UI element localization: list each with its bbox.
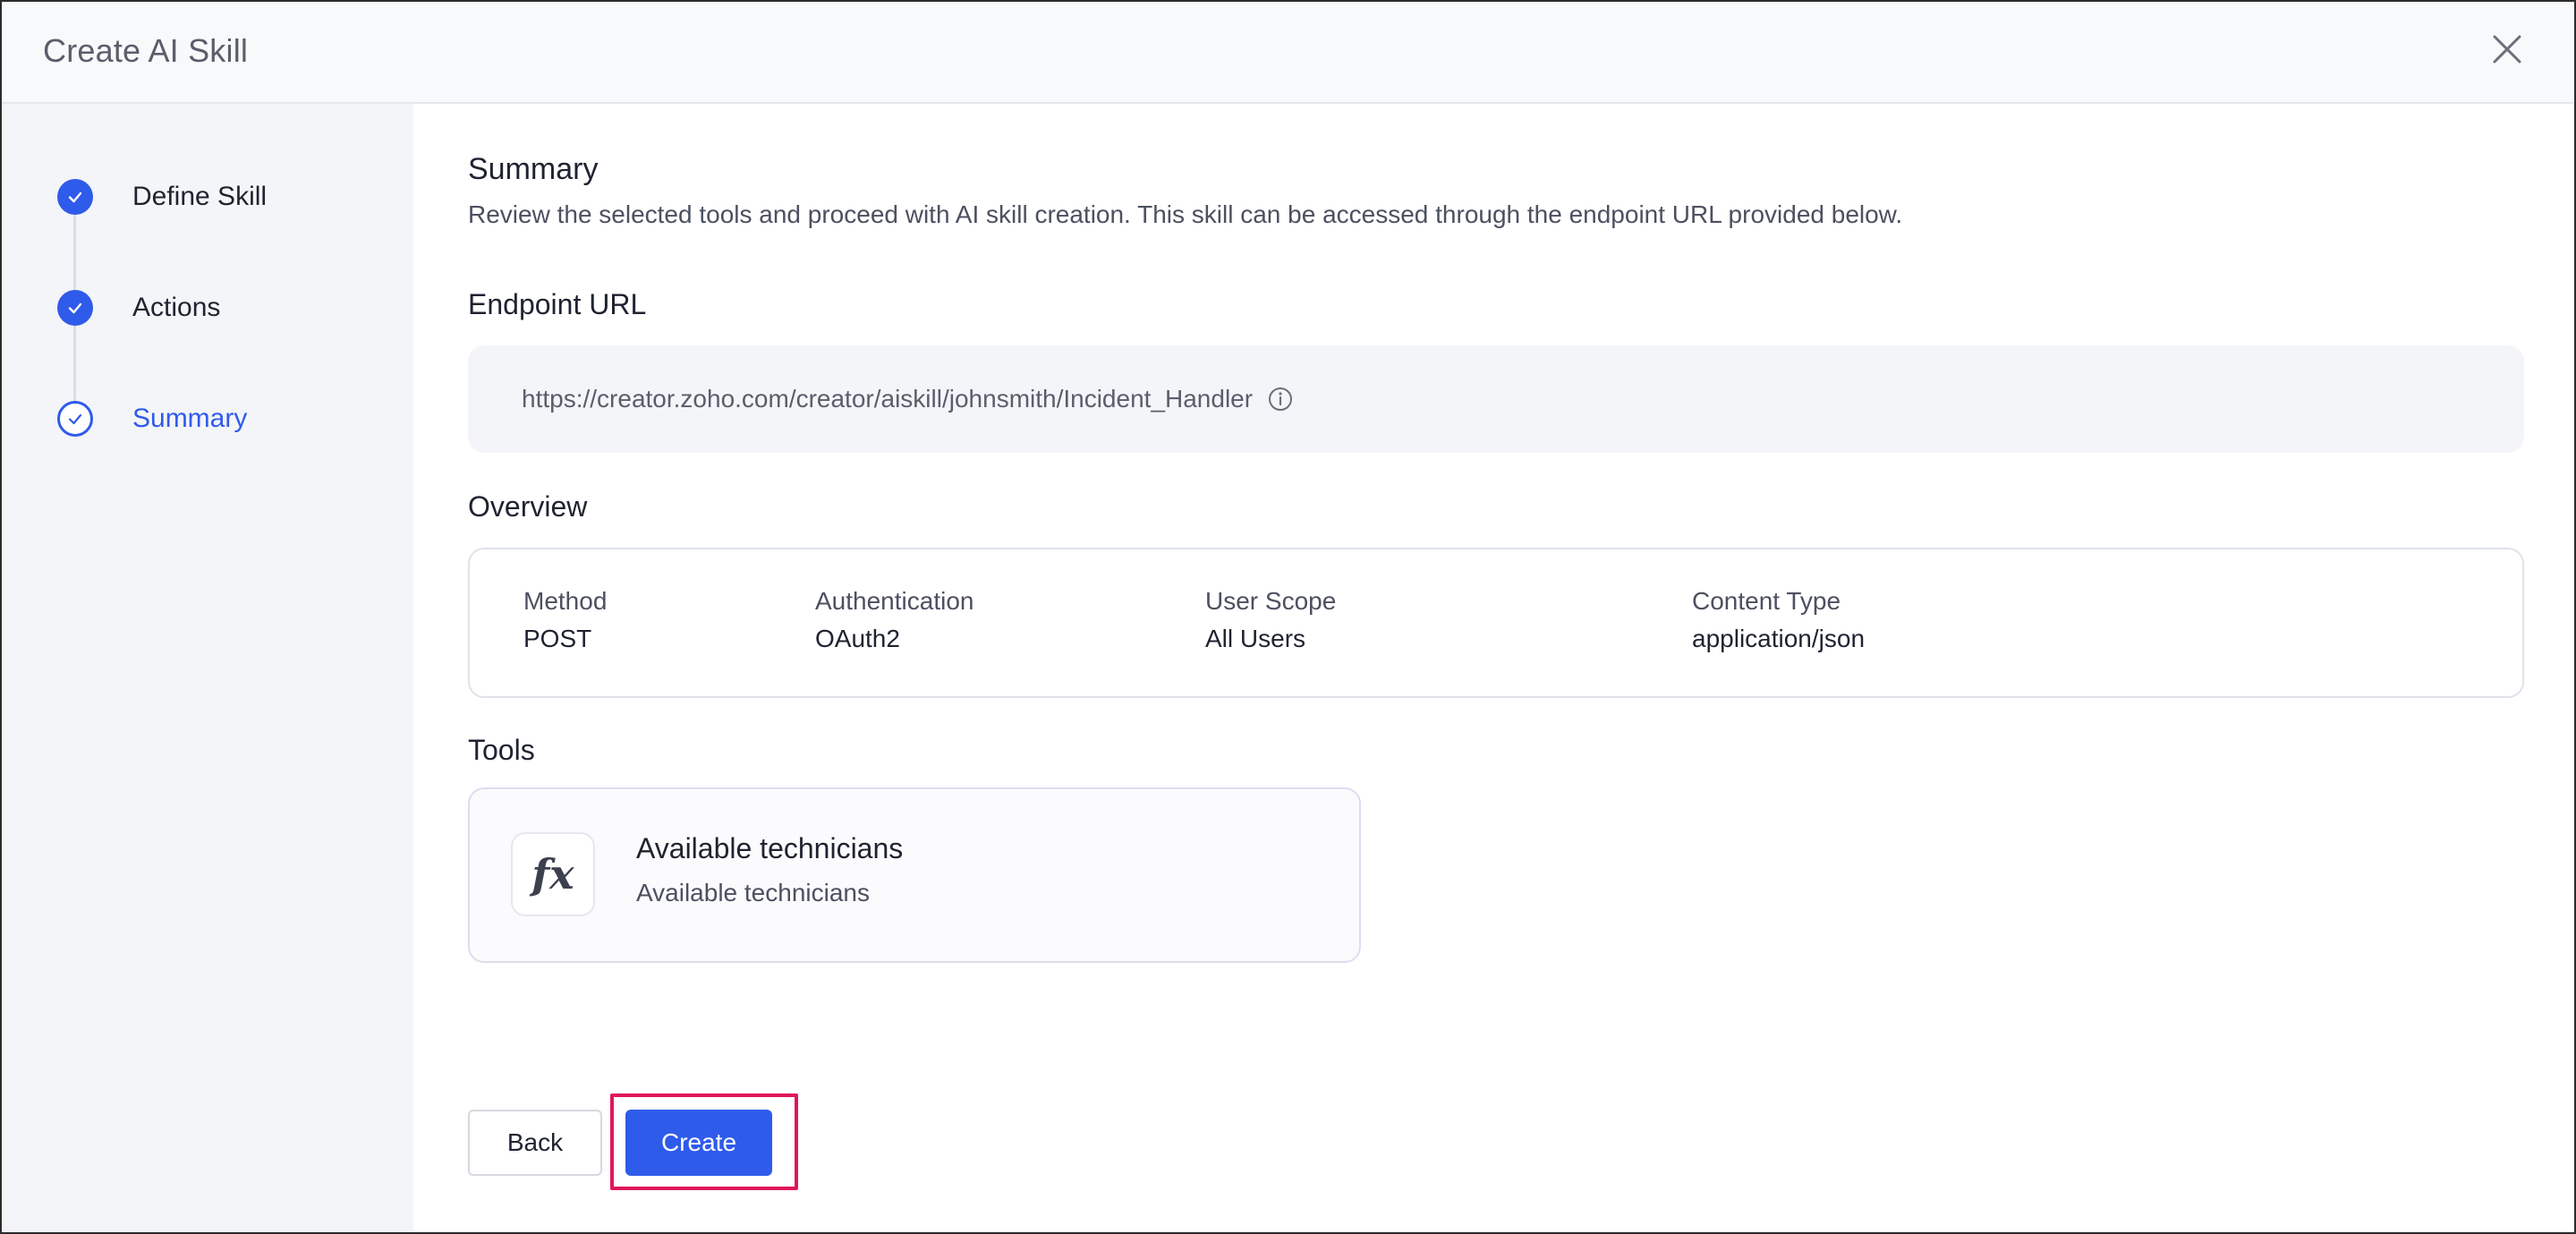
- overview-field-content-type: Content Type application/json: [1692, 587, 1865, 653]
- step-complete-indicator: [57, 290, 93, 326]
- overview-field-user-scope: User Scope All Users: [1205, 587, 1336, 653]
- step-summary[interactable]: Summary: [57, 399, 247, 438]
- step-actions[interactable]: Actions: [57, 288, 220, 328]
- endpoint-heading: Endpoint URL: [468, 288, 647, 320]
- tool-description: Available technicians: [636, 879, 870, 906]
- close-button[interactable]: [2485, 27, 2529, 72]
- overview-field-method: Method POST: [523, 587, 607, 653]
- tool-card[interactable]: fx Available technicians Available techn…: [468, 787, 1361, 963]
- overview-heading: Overview: [468, 490, 588, 523]
- step-define-skill[interactable]: Define Skill: [57, 177, 267, 217]
- function-icon: fx: [511, 832, 595, 916]
- endpoint-url-text[interactable]: https://creator.zoho.com/creator/aiskill…: [522, 385, 1253, 413]
- create-ai-skill-dialog: Create AI Skill Define Skill Actions Sum…: [0, 0, 2576, 1234]
- step-current-indicator: [57, 401, 93, 437]
- checkmark-icon: [68, 413, 82, 425]
- field-value: All Users: [1205, 625, 1306, 652]
- back-button[interactable]: Back: [468, 1110, 602, 1176]
- summary-panel: Summary Review the selected tools and pr…: [413, 104, 2574, 1232]
- close-icon: [2493, 35, 2521, 64]
- create-button[interactable]: Create: [625, 1110, 772, 1176]
- steps-sidebar: Define Skill Actions Summary: [2, 104, 413, 1232]
- field-label: User Scope: [1205, 587, 1337, 615]
- field-label: Method: [523, 587, 608, 615]
- summary-description: Review the selected tools and proceed wi…: [468, 200, 1903, 228]
- checkmark-icon: [68, 302, 82, 314]
- dialog-title: Create AI Skill: [43, 32, 249, 69]
- checkmark-icon: [68, 191, 82, 203]
- overview-card: Method POST Authentication OAuth2 User S…: [468, 548, 2524, 698]
- field-label: Authentication: [815, 587, 974, 615]
- tool-name: Available technicians: [636, 832, 904, 864]
- dialog-header: Create AI Skill: [2, 2, 2574, 104]
- field-value: POST: [523, 625, 592, 652]
- tools-heading: Tools: [468, 734, 535, 766]
- endpoint-url-box: https://creator.zoho.com/creator/aiskill…: [468, 345, 2524, 453]
- field-value: application/json: [1692, 625, 1866, 652]
- step-label: Summary: [132, 404, 248, 433]
- overview-field-authentication: Authentication OAuth2: [815, 587, 973, 653]
- step-complete-indicator: [57, 179, 93, 215]
- field-label: Content Type: [1692, 587, 1841, 615]
- step-label: Actions: [132, 293, 221, 322]
- info-icon[interactable]: [1267, 386, 1294, 413]
- field-value: OAuth2: [815, 625, 900, 652]
- step-label: Define Skill: [132, 182, 268, 211]
- summary-heading: Summary: [468, 152, 599, 186]
